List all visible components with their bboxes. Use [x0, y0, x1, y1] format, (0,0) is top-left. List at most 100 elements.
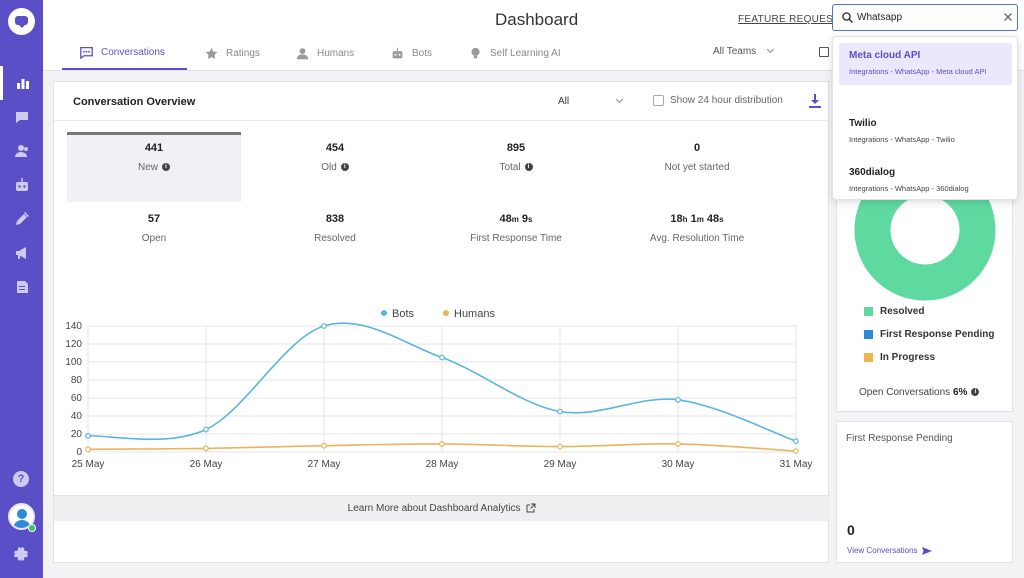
stat-value: 0: [693, 142, 701, 154]
y-tick-label: 40: [71, 411, 83, 422]
divider: [54, 120, 830, 121]
page-title: Dashboard: [495, 10, 579, 29]
chat-icon: [80, 46, 93, 59]
search-input[interactable]: [857, 10, 997, 25]
bulb-icon: [471, 47, 480, 58]
global-search[interactable]: [832, 4, 1018, 31]
y-tick-label: 80: [71, 375, 83, 386]
data-point: [85, 432, 91, 439]
y-tick-label: 20: [71, 429, 83, 440]
search-result-title: Meta cloud API: [849, 50, 921, 61]
info-icon[interactable]: i: [971, 388, 980, 397]
download-icon[interactable]: [809, 94, 821, 108]
donut-chart-svg: 6%: [853, 195, 997, 302]
legend-resolved[interactable]: Resolved: [864, 306, 924, 317]
checkbox[interactable]: [653, 95, 664, 106]
data-point: [793, 438, 799, 445]
send-icon: [921, 546, 932, 555]
y-tick-label: 0: [76, 447, 82, 458]
card-title: Conversation Overview: [73, 96, 196, 108]
donut-slice-resolved[interactable]: [853, 195, 997, 302]
legend-dot: [381, 310, 387, 316]
first-response-pending-count: 0: [847, 522, 855, 538]
conversations-line-chart: 0 20 40 60 80 100 120 140 25 May 26 May 27 May 28 M…: [54, 300, 830, 490]
stat-old[interactable]: 454 Old i: [248, 132, 422, 202]
stat-value: 895: [506, 142, 526, 154]
document-icon: [16, 281, 28, 293]
chevron-down-icon: [616, 95, 624, 104]
tab-self-learning-ai[interactable]: Self Learning AI: [469, 36, 561, 70]
status-filter-select[interactable]: All: [558, 95, 624, 107]
stat-not-yet-started[interactable]: 0 Not yet started: [610, 132, 784, 202]
app-logo-icon[interactable]: [8, 8, 35, 35]
status-donut-card: 6% Resolved First Response Pending In Pr…: [836, 195, 1013, 412]
stat-avg-resolution-time[interactable]: 18h 1m 48s Avg. Resolution Time: [610, 203, 784, 273]
data-point: [557, 408, 563, 415]
legend-in-progress[interactable]: In Progress: [864, 352, 935, 363]
stat-value: 838: [325, 213, 345, 225]
stat-label: New i: [67, 162, 241, 173]
info-icon[interactable]: i: [162, 163, 170, 172]
first-response-pending-card: First Response Pending 0 View Conversati…: [836, 421, 1013, 563]
stat-total[interactable]: 895 Total i: [429, 132, 603, 202]
x-tick-label: 25 May: [72, 459, 105, 470]
data-point: [793, 448, 799, 455]
x-tick-label: 26 May: [190, 459, 223, 470]
search-result-path: Integrations - WhatsApp - Meta cloud API: [849, 67, 987, 76]
y-tick-label: 140: [65, 321, 82, 332]
info-icon[interactable]: i: [524, 163, 533, 172]
show-24h-toggle[interactable]: Show 24 hour distribution: [653, 95, 783, 106]
stat-label: Old i: [248, 162, 422, 173]
star-icon: [205, 47, 218, 59]
legend-label: First Response Pending: [880, 329, 995, 340]
stat-resolved[interactable]: 838 Resolved: [248, 203, 422, 273]
y-tick-label: 120: [65, 339, 82, 350]
search-result-item[interactable]: 360dialog Integrations - WhatsApp - 360d…: [839, 160, 1012, 202]
stat-new[interactable]: 441 New i: [67, 132, 241, 202]
status-filter-value: All: [558, 96, 570, 107]
tab-label: Conversations: [101, 46, 165, 58]
search-result-title: Twilio: [849, 118, 877, 129]
search-result-item[interactable]: Twilio Integrations - WhatsApp - Twilio: [839, 111, 1012, 153]
sidebar-item-integrations[interactable]: [0, 202, 43, 236]
stat-first-response-time[interactable]: 48m 9s First Response Time: [429, 203, 603, 273]
y-tick-label: 100: [65, 357, 82, 368]
view-conversations-link[interactable]: View Conversations: [847, 546, 932, 555]
sidebar-item-bots[interactable]: [0, 168, 43, 202]
feature-request-link[interactable]: FEATURE REQUEST: [738, 14, 840, 25]
calendar-icon[interactable]: [819, 47, 829, 57]
sidebar-item-contacts[interactable]: [0, 134, 43, 168]
x-tick-label: 29 May: [544, 459, 577, 470]
settings-button[interactable]: [13, 546, 29, 562]
info-icon[interactable]: i: [340, 163, 349, 172]
team-select[interactable]: All Teams: [713, 45, 775, 57]
online-status-dot: [28, 524, 36, 532]
tab-label: Bots: [412, 47, 433, 59]
help-icon[interactable]: ?: [13, 471, 29, 487]
learn-more-link[interactable]: Learn More about Dashboard Analytics: [54, 495, 830, 521]
stat-open[interactable]: 57 Open: [67, 203, 241, 273]
person-icon: [296, 47, 309, 59]
sidebar-item-analytics[interactable]: [0, 66, 43, 100]
close-icon[interactable]: [1003, 12, 1013, 22]
tab-conversations[interactable]: Conversations: [62, 36, 187, 70]
sidebar-item-reports[interactable]: [0, 270, 43, 304]
search-result-path: Integrations - WhatsApp - Twilio: [849, 135, 955, 144]
tab-ratings[interactable]: Ratings: [205, 36, 260, 70]
sidebar-item-inbox[interactable]: [0, 100, 43, 134]
data-point: [675, 396, 681, 403]
tab-bots[interactable]: Bots: [391, 36, 432, 70]
data-point: [85, 446, 91, 453]
legend-first-response-pending[interactable]: First Response Pending: [864, 329, 994, 340]
sidebar-item-campaigns[interactable]: [0, 236, 43, 270]
tab-humans[interactable]: Humans: [296, 36, 354, 70]
data-point: [203, 445, 209, 452]
card-title: First Response Pending: [846, 433, 953, 444]
data-point: [321, 442, 327, 449]
data-point: [439, 354, 445, 361]
search-result-item[interactable]: Meta cloud API Integrations - WhatsApp -…: [839, 43, 1012, 85]
team-select-value: All Teams: [713, 46, 757, 57]
conversation-overview-card: Conversation Overview All Show 24 hour d…: [53, 81, 830, 563]
data-point: [321, 323, 327, 329]
search-icon: [842, 12, 853, 23]
